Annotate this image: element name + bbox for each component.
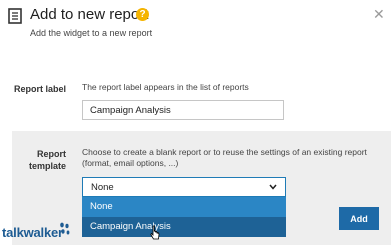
chevron-down-icon <box>269 184 277 190</box>
report-template-select[interactable]: None <box>82 177 286 197</box>
template-dropdown-list: None Campaign Analysis <box>82 197 286 237</box>
report-label-heading: Report label <box>14 84 67 94</box>
close-icon[interactable]: ✕ <box>373 6 385 23</box>
help-icon[interactable]: ? <box>136 8 149 21</box>
option-campaign-analysis[interactable]: Campaign Analysis <box>82 217 286 237</box>
dialog-header: Add to new report ? Add the widget to a … <box>0 0 391 52</box>
cursor-icon <box>150 225 160 240</box>
report-label-input[interactable] <box>82 100 284 120</box>
report-template-heading: Report template <box>14 148 66 172</box>
select-value: None <box>91 182 114 193</box>
report-template-description-line2: (format, email options, ...) <box>82 158 179 168</box>
talkwalker-logo: talkwalker <box>2 225 63 240</box>
dialog-title: Add to new report <box>30 6 149 23</box>
option-none[interactable]: None <box>82 197 286 217</box>
report-label-description: The report label appears in the list of … <box>82 82 249 92</box>
dialog-subtitle: Add the widget to a new report <box>30 28 153 38</box>
report-template-heading-line1: Report <box>37 149 66 159</box>
footprint-logo-icon <box>60 222 70 235</box>
report-template-heading-line2: template <box>28 161 66 171</box>
document-icon <box>8 8 22 24</box>
report-template-description: Choose to create a blank report or to re… <box>82 147 367 169</box>
add-button[interactable]: Add <box>339 207 379 230</box>
report-template-description-line1: Choose to create a blank report or to re… <box>82 147 367 157</box>
